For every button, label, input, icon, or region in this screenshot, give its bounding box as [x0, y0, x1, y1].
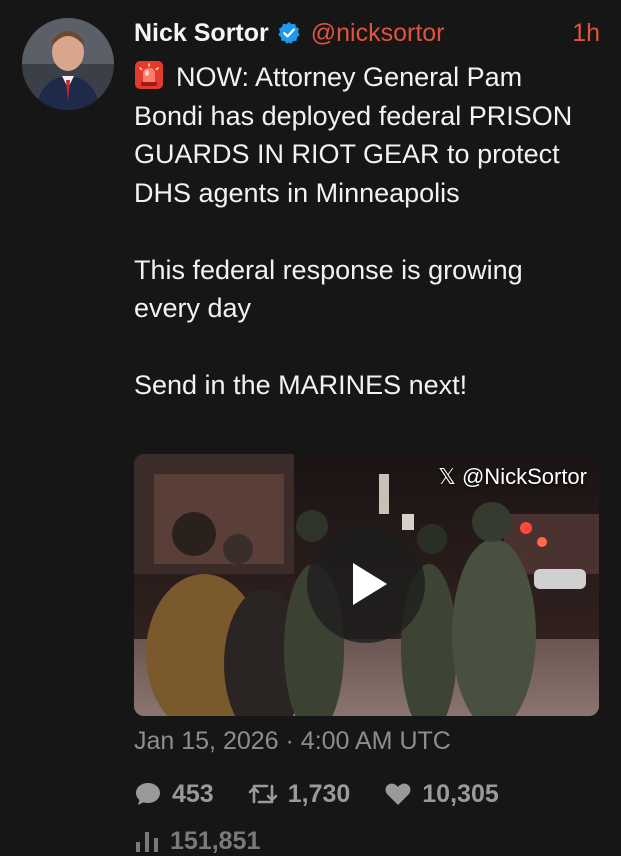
reply-button[interactable]: 453: [134, 780, 214, 809]
tweet-stats: 453 1,730 10,305: [134, 776, 533, 812]
like-count: 10,305: [422, 779, 499, 808]
avatar-image: [22, 18, 114, 110]
tweet-body: NOW: Attorney General Pam Bondi has depl…: [134, 58, 594, 405]
tweet-line-2: This federal response is growing every d…: [134, 254, 523, 324]
author-name[interactable]: Nick Sortor: [134, 19, 269, 48]
tweet-paragraph-3: Send in the MARINES next!: [134, 366, 594, 405]
video-player[interactable]: 𝕏 @NickSortor: [134, 454, 599, 716]
tweet-header: Nick Sortor @nicksortor 1h: [134, 16, 600, 50]
play-icon: [353, 563, 387, 605]
reply-icon: [136, 783, 160, 805]
avatar[interactable]: [22, 18, 114, 110]
video-watermark: 𝕏 @NickSortor: [438, 464, 587, 489]
like-button[interactable]: 10,305: [384, 779, 499, 809]
time-ago[interactable]: 1h: [572, 19, 600, 48]
retweet-count: 1,730: [287, 779, 351, 808]
verified-badge-icon: [277, 21, 301, 45]
tweet-line-3: Send in the MARINES next!: [134, 370, 468, 400]
reply-count: 453: [172, 779, 214, 808]
tweet-timestamp[interactable]: Jan 15, 2026 · 4:00 AM UTC: [134, 727, 451, 756]
tweet-line-1: NOW: Attorney General Pam Bondi has depl…: [134, 62, 573, 208]
views-stat[interactable]: 151,851: [134, 826, 260, 856]
tweet-paragraph-1: NOW: Attorney General Pam Bondi has depl…: [134, 58, 594, 212]
play-button[interactable]: [307, 525, 425, 643]
heart-icon: [385, 783, 411, 805]
retweet-icon: [248, 784, 278, 804]
view-count: 151,851: [170, 826, 261, 855]
author-handle[interactable]: @nicksortor: [311, 19, 445, 48]
tweet-paragraph-2: This federal response is growing every d…: [134, 251, 594, 328]
siren-icon: [134, 60, 164, 90]
views-chart-icon: [136, 832, 158, 852]
retweet-button[interactable]: 1,730: [248, 779, 351, 809]
